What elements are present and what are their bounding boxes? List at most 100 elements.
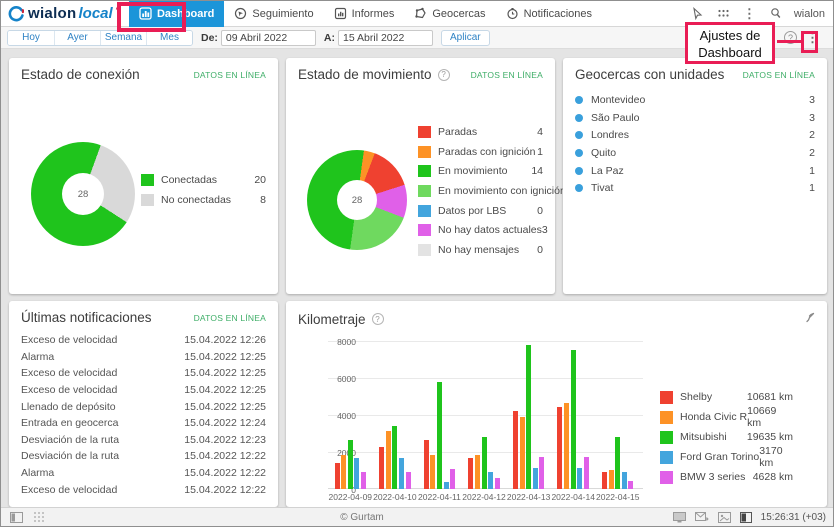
tab-label: Seguimiento [252,7,314,20]
bar-group [373,341,418,489]
header-menu-kebab-icon[interactable]: ⋮ [742,6,757,21]
image-icon[interactable] [717,511,731,523]
online-data-badge: DATOS EN LÍNEA [193,312,266,323]
bar-group [417,341,462,489]
x-axis-tick-label: 2022-04-10 [373,492,417,502]
legend-row: En movimiento con ignición6 [418,181,572,201]
notification-row: Exceso de velocidad 15.04.2022 12:25 [21,365,266,382]
bar-honda-civic-r [430,454,436,489]
legend-row: Paradas 4 [418,122,543,142]
notification-type: Exceso de velocidad [21,384,118,397]
bar-bmw-3-series [494,477,500,489]
bar-honda-civic-r [341,454,347,489]
legend-row: Conectadas 20 [141,170,266,190]
panel-title: Últimas notificaciones [21,310,152,325]
legend-value: 3 [541,224,548,237]
tab-informes[interactable]: Informes [324,1,405,27]
bar-bmw-3-series [628,480,634,489]
legend-row: No conectadas 8 [141,190,266,210]
notification-time: 15.04.2022 12:25 [184,367,266,380]
legend-label: En movimiento con ignición [438,184,566,197]
bar-bmw-3-series [539,456,545,489]
mileage-x-axis: 2022-04-09 2022-04-10 2022-04-11 2022-04-12… [328,492,640,502]
username[interactable]: wialon [794,8,825,20]
help-icon[interactable]: ? [371,313,384,325]
notification-row: Exceso de velocidad 15.04.2022 12:25 [21,382,266,399]
date-to-label: A: [323,31,336,44]
message-send-icon[interactable] [694,511,709,523]
notification-row: Alarma 15.04.2022 12:25 [21,349,266,366]
legend-swatch [660,470,673,484]
logo-text-wialon: wialon [28,5,77,22]
legend-total-km: 10681 km [746,391,793,403]
donut-center-label: 28 [351,194,363,206]
notification-type: Exceso de velocidad [21,367,118,380]
layout-panel-icon[interactable] [10,511,23,523]
annotation-callout: Ajustes de Dashboard [685,22,775,64]
range-button-semana[interactable]: Semana [100,30,146,45]
notification-type: Alarma [21,467,55,480]
online-data-badge: DATOS EN LÍNEA [742,69,815,80]
legend-total-km: 4628 km [752,471,793,483]
legend-value: 8 [260,193,266,206]
legend-label: Mitsubishi [680,431,727,443]
tab-geocercas[interactable]: Geocercas [404,1,495,27]
date-to-input[interactable] [338,29,434,46]
help-icon[interactable]: ? [437,68,450,81]
geofence-name: São Paulo [591,111,640,124]
bar-group [506,341,551,489]
legend-row: Ford Gran Torino 3170 km [660,445,793,469]
geofence-row: Montevideo 3 [575,91,815,109]
notification-type: Exceso de velocidad [21,334,118,347]
geofence-unit-count: 3 [809,93,815,106]
range-button-mes[interactable]: Mes [146,30,192,45]
range-button-hoy[interactable]: Hoy [8,30,54,45]
copyright: © Gurtam [340,511,384,523]
legend-label: BMW 3 series [680,471,746,483]
apps-grid-icon[interactable] [716,6,731,21]
notification-row: Exceso de velocidad 15.04.2022 12:22 [21,481,266,498]
date-from-input[interactable] [220,29,316,46]
legend-swatch [418,204,431,217]
bar-mitsubishi [436,381,442,489]
bar-honda-civic-r [474,454,480,489]
bar-group [328,341,373,489]
geofence-row: La Paz 1 [575,162,815,180]
tab-seguimiento[interactable]: Seguimiento [224,1,323,27]
cursor-tool-icon[interactable] [690,6,705,21]
x-axis-tick-label: 2022-04-13 [506,492,551,502]
movement-legend: Paradas 4 Paradas con ignición 1 En movimien… [418,122,572,260]
annotation-box-kebab [801,31,818,53]
monitor-icon[interactable] [672,511,686,523]
grid-dots-icon[interactable] [33,511,45,523]
notification-list: Exceso de velocidad 15.04.2022 12:26 Alarm… [21,332,266,498]
range-button-ayer[interactable]: Ayer [54,30,100,45]
user-icon[interactable] [768,6,783,21]
wrench-settings-icon[interactable] [804,310,815,328]
bar-honda-civic-r [608,469,614,489]
legend-label: Shelby [680,391,713,403]
geofence-dot-icon [575,113,583,122]
legend-label: En movimiento [438,165,508,178]
reports-icon [334,7,346,20]
legend-label: Paradas [438,125,478,138]
apply-button[interactable]: Aplicar [441,29,490,46]
bar-shelby [512,411,518,489]
legend-label: Paradas con ignición [438,145,536,158]
bar-shelby [423,439,429,489]
movement-donut-chart: 28 [307,150,407,250]
geofence-row: Tivat 1 [575,179,815,197]
annotation-connector-line [777,40,802,43]
legend-row: Paradas con ignición 1 [418,142,543,162]
notification-time: 15.04.2022 12:24 [184,417,266,430]
tab-notificaciones[interactable]: Notificaciones [496,1,602,27]
wialon-logo-icon [8,5,24,21]
geofence-dot-icon [575,95,583,104]
notification-type: Llenado de depósito [21,400,116,413]
notification-row: Desviación de la ruta 15.04.2022 12:22 [21,448,266,465]
geofence-name: Montevideo [591,93,646,106]
bar-shelby [468,458,474,489]
split-view-icon[interactable] [739,511,752,523]
legend-row: Shelby 10681 km [660,387,793,407]
notification-type: Desviación de la ruta [21,450,120,463]
